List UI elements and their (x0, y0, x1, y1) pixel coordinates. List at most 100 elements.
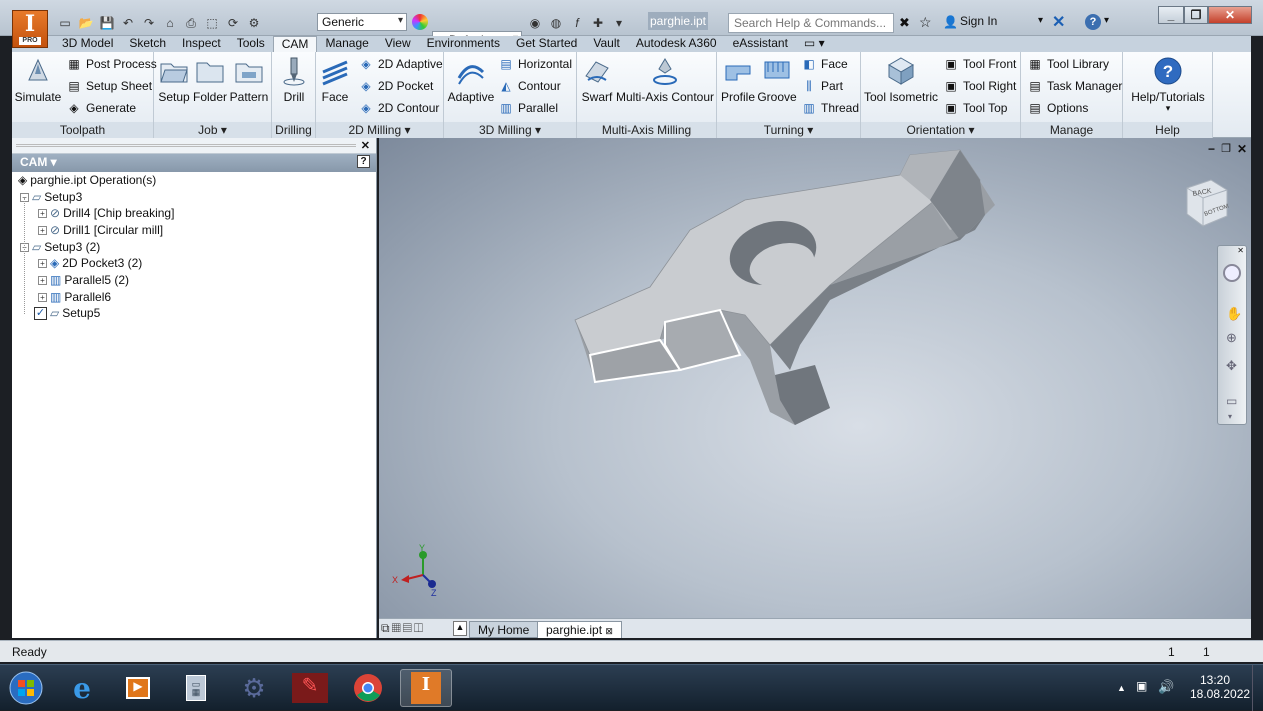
expand-icon[interactable]: + (38, 258, 47, 268)
checkbox-icon[interactable]: ✓ (34, 306, 47, 320)
view-cube[interactable]: BACK BOTTOM (1183, 176, 1233, 232)
select-icon[interactable]: ⬚ (203, 14, 221, 32)
minimize-button[interactable]: _ (1158, 6, 1184, 24)
parallel-button[interactable]: ▥ Parallel (498, 100, 558, 116)
swarf-button[interactable]: Swarf (579, 55, 615, 104)
close-button[interactable]: ✕ (1208, 6, 1252, 24)
internet-explorer-icon[interactable]: e (58, 669, 106, 707)
tree-node-setup3[interactable]: − ▱ Setup3 (20, 189, 82, 205)
expand-icon[interactable]: + (38, 275, 47, 285)
expand-icon[interactable]: + (38, 292, 47, 302)
browser-grip[interactable] (16, 144, 356, 147)
tree-node-drill4[interactable]: + ⊘ Drill4 [Chip breaking] (38, 205, 174, 221)
calculator-icon[interactable]: ▭ ▦ (172, 669, 220, 707)
job-panel-label[interactable]: Job ▾ (154, 122, 271, 138)
2d-pocket-button[interactable]: ◈ 2D Pocket (358, 78, 433, 94)
star-icon[interactable]: ☆ (919, 14, 932, 31)
show-desktop-button[interactable] (1252, 665, 1263, 711)
generate-button[interactable]: ◈ Generate (66, 100, 136, 116)
pattern-button[interactable]: Pattern (228, 55, 270, 104)
2d-face-button[interactable]: Face (318, 55, 352, 104)
tab-cam[interactable]: CAM (272, 36, 318, 52)
sign-in-dropdown-icon[interactable]: ▾ (1038, 15, 1043, 26)
tab-vault[interactable]: Vault (585, 36, 627, 52)
3d-adaptive-button[interactable]: Adaptive (446, 55, 496, 104)
appearance-icon[interactable]: ◉ (526, 14, 544, 32)
material-select[interactable]: Generic (317, 13, 407, 31)
2d-contour-button[interactable]: ◈ 2D Contour (358, 100, 439, 116)
new-file-icon[interactable]: ▭ (56, 14, 74, 32)
help-tutorials-button[interactable]: ? Help/Tutorials ▾ (1125, 55, 1211, 113)
2d-milling-panel-label[interactable]: 2D Milling ▾ (316, 122, 443, 138)
look-at-icon[interactable]: ▭ (1226, 394, 1237, 408)
expand-icon[interactable]: + (38, 208, 47, 218)
undo-icon[interactable]: ↶ (119, 14, 137, 32)
drill-button[interactable]: Drill (274, 55, 314, 104)
settings-icon[interactable]: ⚙ (245, 14, 263, 32)
tab-3d-model[interactable]: 3D Model (54, 36, 121, 52)
graphics-viewport[interactable]: − ❐ ✕ BACK BOTTOM Y X Z (379, 138, 1251, 618)
volume-icon[interactable]: 🔊 (1158, 679, 1174, 695)
tab-my-home[interactable]: My Home (469, 621, 539, 638)
tab-view[interactable]: View (377, 36, 419, 52)
tree-node-setup5[interactable]: ✓ ▱ Setup5 (34, 305, 100, 321)
browser-help-icon[interactable]: ? (357, 155, 370, 168)
task-manager-button[interactable]: ▤ Task Manager (1027, 78, 1122, 94)
windows-start-icon[interactable] (2, 669, 50, 707)
part-model[interactable] (379, 138, 1251, 618)
setup-button[interactable]: Setup (156, 55, 192, 104)
tab-environments[interactable]: Environments (419, 36, 508, 52)
tool-isometric-button[interactable]: Tool Isometric (863, 55, 939, 104)
measure-icon[interactable]: ✚ (589, 14, 607, 32)
navbar-close-icon[interactable]: ✕ (1237, 246, 1244, 255)
save-icon[interactable]: 💾 (98, 14, 116, 32)
navbar-dropdown-icon[interactable]: ▾ (1228, 412, 1232, 421)
sign-in-button[interactable]: Sign In (960, 14, 997, 28)
print-icon[interactable]: ⎙ (182, 14, 200, 32)
clock[interactable]: 13:20 18.08.2022 (1190, 673, 1250, 701)
groove-button[interactable]: Groove (757, 55, 797, 104)
open-documents-icon[interactable]: ▲ (453, 621, 467, 636)
3d-milling-panel-label[interactable]: 3D Milling ▾ (444, 122, 576, 138)
folder-button[interactable]: Folder (192, 55, 228, 104)
gear-tool-icon[interactable]: ⚙ (230, 669, 278, 707)
tree-node-parallel6[interactable]: + ▥ Parallel6 (38, 289, 111, 305)
search-input[interactable]: Search Help & Commands... (728, 13, 894, 33)
color-wheel-icon[interactable] (412, 14, 428, 30)
browser-cam-dropdown[interactable]: CAM ▾ (12, 154, 376, 172)
orientation-panel-label[interactable]: Orientation ▾ (861, 122, 1020, 138)
tree-node-setup3-2[interactable]: − ▱ Setup3 (2) (20, 239, 100, 255)
multi-axis-contour-button[interactable]: Multi-Axis Contour (615, 55, 715, 104)
exchange-icon[interactable]: ✕ (1052, 12, 1065, 32)
tab-close-icon[interactable]: ⊠ (605, 626, 613, 636)
chrome-icon[interactable] (344, 669, 392, 707)
tree-node-2d-pocket3[interactable]: + ◈ 2D Pocket3 (2) (38, 255, 142, 271)
tool-front-button[interactable]: ▣ Tool Front (943, 56, 1016, 72)
tab-get-started[interactable]: Get Started (508, 36, 585, 52)
2d-adaptive-button[interactable]: ◈ 2D Adaptive (358, 56, 442, 72)
tab-eassistant[interactable]: eAssistant (725, 36, 796, 52)
part-button[interactable]: ⫼ Part (801, 78, 843, 94)
simulate-button[interactable]: Simulate (14, 55, 62, 104)
maximize-button[interactable]: ❐ (1184, 6, 1208, 24)
ribbon-options-icon[interactable]: ▭ ▾ (796, 36, 833, 52)
turning-panel-label[interactable]: Turning ▾ (717, 122, 860, 138)
open-file-icon[interactable]: 📂 (77, 14, 95, 32)
tree-node-parallel5[interactable]: + ▥ Parallel5 (2) (38, 272, 129, 288)
profile-button[interactable]: Profile (719, 55, 757, 104)
browser-close-icon[interactable]: ✕ (361, 139, 370, 152)
dropdown-icon[interactable]: ▾ (610, 14, 628, 32)
steering-wheel-icon[interactable] (1223, 264, 1241, 282)
zoom-icon[interactable]: ⊕ (1226, 330, 1237, 346)
tool-library-button[interactable]: ▦ Tool Library (1027, 56, 1109, 72)
tool-top-button[interactable]: ▣ Tool Top (943, 100, 1007, 116)
help-icon[interactable]: ? (1085, 14, 1101, 30)
tab-inspect[interactable]: Inspect (174, 36, 229, 52)
media-center-icon[interactable]: ▶ (114, 669, 162, 707)
binoculars-icon[interactable]: ✖ (899, 15, 910, 31)
options-button[interactable]: ▤ Options (1027, 100, 1088, 116)
setup-sheet-button[interactable]: ▤ Setup Sheet (66, 78, 152, 94)
help-dropdown-icon[interactable]: ▾ (1104, 15, 1109, 26)
pan-hand-icon[interactable]: ✋ (1226, 306, 1242, 322)
clear-appearance-icon[interactable]: ◍ (547, 14, 565, 32)
